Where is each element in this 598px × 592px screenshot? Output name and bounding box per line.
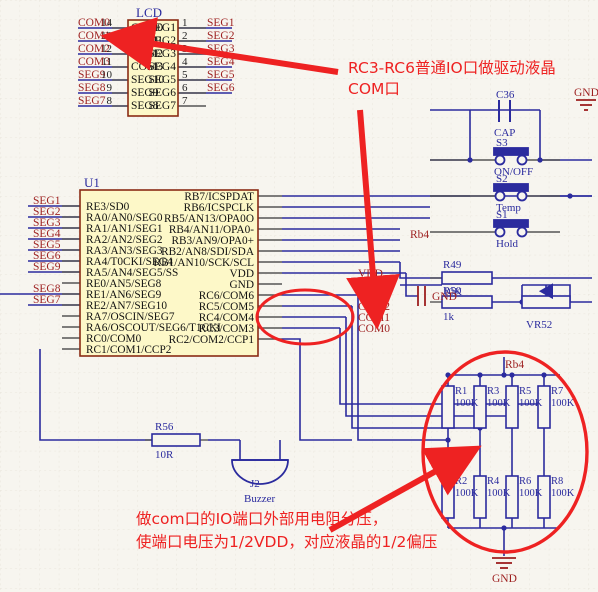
annotation-circle-rc-pins	[255, 288, 355, 346]
annotation-arrow-to-com	[346, 109, 400, 330]
annotation-bottom-line1: 做com口的IO端口外部用电阻分压，	[136, 510, 388, 528]
annotation-top-line1: RC3-RC6普通IO口做驱动液晶	[348, 59, 556, 77]
annotation-top-text: RC3-RC6普通IO口做驱动液晶 COM口	[348, 58, 596, 100]
annotation-bottom-line2: 使端口电压为1/2VDD，对应液晶的1/2偏压	[136, 533, 438, 551]
annotation-arrow-to-lcd	[100, 17, 339, 75]
annotation-bottom-text: 做com口的IO端口外部用电阻分压， 使端口电压为1/2VDD，对应液晶的1/2…	[136, 508, 576, 554]
annotation-top-line2: COM口	[348, 80, 400, 98]
schematic-canvas: LCD COM0 COM1 COM2 COM3 SEG9 SEG8 SEG7 1…	[0, 0, 598, 592]
